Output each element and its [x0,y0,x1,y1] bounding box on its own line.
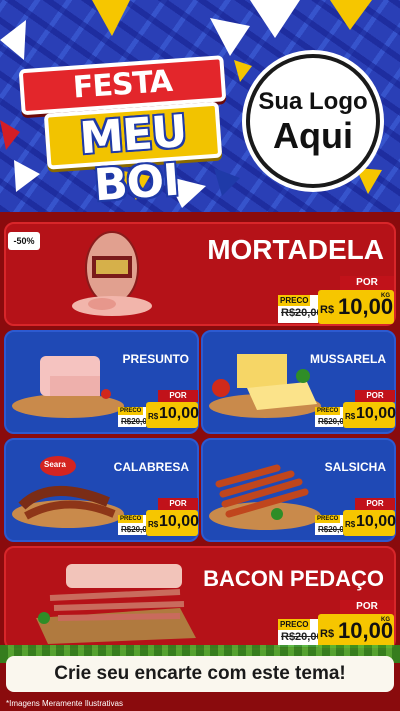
product-card-mussarela[interactable]: MUSSARELA POR PRECO R$20,00 R$ 10,00 [201,330,396,434]
salsicha-image [209,464,321,530]
footnote: *Imagens Meramente Ilustrativas [6,699,123,708]
new-price: 10,00 [159,405,200,422]
logo-text-1: Sua Logo [258,88,368,115]
preco-label: PRECO [118,407,144,415]
price-tag: POR PRECO R$20,00 R$ 10,00 [118,498,200,542]
preco-label: PRECO [278,295,311,306]
currency: R$ [345,412,356,421]
new-price: 10,00 [159,513,200,530]
price-tag: POR PRECO R$20,00 R$ 10,00 [315,390,397,434]
currency: R$ [345,520,356,529]
preco-label: PRECO [278,619,311,630]
product-name: SALSICHA [324,460,386,474]
calabresa-image [12,456,124,528]
unit: KG [381,293,390,299]
logo-text-2: Aqui [273,115,353,156]
preco-label: PRECO [118,515,144,523]
product-name: PRESUNTO [122,352,189,366]
old-price-box: PRECO R$20,00 [278,295,323,323]
por-label: POR [355,390,395,402]
price-tag: POR PRECO R$20,00 R$ 10,00 [118,390,200,434]
preco-label: PRECO [315,515,341,523]
cta-banner[interactable]: Crie seu encarte com este tema! [6,656,394,692]
currency: R$ [320,304,335,316]
old-price: R$20,00 [281,307,323,319]
por-label: POR [158,390,198,402]
product-card-mortadela[interactable]: MORTADELA POR PRECO R$20,00 R$ 10,00 KG [4,222,396,326]
bacon-image [36,564,196,644]
mussarela-image [209,354,321,418]
product-card-calabresa[interactable]: Seara CALABRESA POR PRECO R$20,00 R$ 10,00 [4,438,199,542]
price-tag: POR PRECO R$20,00 R$ 10,00 KG [278,276,394,324]
product-card-bacon[interactable]: BACON PEDAÇO POR PRECO R$20,00 R$ 10,00 KG [4,546,396,650]
new-price: 10,00 [356,405,397,422]
product-card-salsicha[interactable]: SALSICHA POR PRECO R$20,00 R$ 10,00 [201,438,396,542]
por-label: POR [340,600,394,614]
title-line-2: MEU BOI [43,101,223,211]
new-price-box: R$ 10,00 KG [318,290,394,324]
por-label: POR [340,276,394,290]
por-label: POR [355,498,395,510]
event-title: FESTA BUMBA MEU BOI [18,55,236,211]
currency: R$ [148,520,159,529]
unit: KG [381,617,390,623]
preco-label: PRECO [315,407,341,415]
festa-header: FESTA BUMBA MEU BOI Sua Logo Aqui [0,0,400,212]
product-name: CALABRESA [113,460,189,474]
brand-label: Seara [44,460,66,469]
logo-placeholder[interactable]: Sua Logo Aqui [246,54,380,188]
product-name: BACON PEDAÇO [203,566,384,591]
mortadela-image [72,231,152,316]
product-name: MORTADELA [207,234,384,265]
presunto-image [12,356,124,418]
price-tag: POR PRECO R$20,00 R$ 10,00 KG [278,600,394,648]
por-label: POR [158,498,198,510]
discount-badge: -50% [8,232,40,250]
old-price: R$20,00 [281,631,323,643]
price-tag: POR PRECO R$20,00 R$ 10,00 [315,498,397,542]
product-name: MUSSARELA [309,352,386,366]
product-card-presunto[interactable]: PRESUNTO POR PRECO R$20,00 R$ 10,00 [4,330,199,434]
currency: R$ [148,412,159,421]
new-price: 10,00 [356,513,397,530]
currency: R$ [320,628,335,640]
